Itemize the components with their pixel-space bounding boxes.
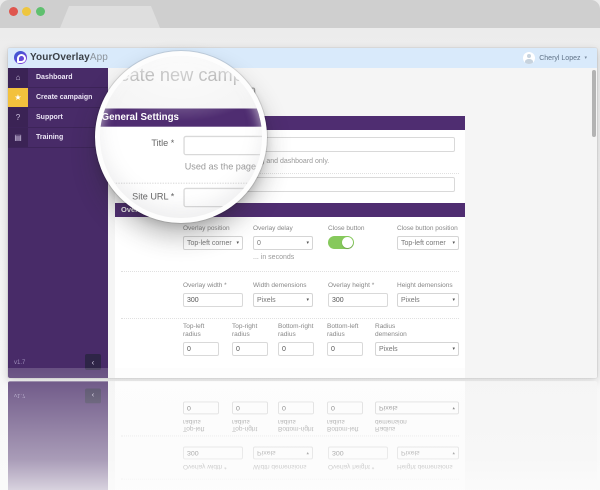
chevron-down-icon: ▾: [584, 55, 587, 61]
overlay-position-select[interactable]: Top-left corner▾: [183, 236, 243, 250]
app-logo-icon: [14, 51, 27, 64]
row-divider: [102, 183, 263, 184]
caret-down-icon: ▾: [452, 240, 455, 246]
site-url-label: Site URL *: [100, 193, 174, 202]
user-menu[interactable]: Cheryl Lopez ▾: [523, 52, 587, 64]
scrollbar-thumb[interactable]: [592, 70, 596, 137]
app-window: YourOverlayApp Cheryl Lopez ▾ ⌂ Dashboar…: [100, 56, 262, 218]
sidebar-item-support[interactable]: ? Support: [8, 108, 108, 128]
close-button-toggle[interactable]: [328, 236, 354, 249]
sidebar: ⌂ Dashboard ★ Create campaign ? Support …: [8, 68, 108, 378]
title-label: Title *: [100, 140, 174, 149]
user-avatar-icon: [523, 52, 535, 64]
overlay-row-radius: Top-left radius Top-right radius Bottom-…: [115, 323, 465, 373]
close-button-label: Close button: [328, 225, 390, 233]
field-overlay-width: Overlay width *: [183, 282, 243, 307]
caret-down-icon: ▾: [452, 297, 455, 303]
radius-dimension-select[interactable]: Pixels▾: [375, 342, 459, 356]
field-radius-bottom-left: Bottom-left radius: [327, 323, 365, 356]
main-content: Create new campaign General Settings Tit…: [100, 56, 262, 218]
reflection-fade: [8, 368, 597, 490]
section-header-general: General Settings: [100, 109, 262, 127]
sidebar-item-training[interactable]: ▤ Training: [8, 128, 108, 148]
logo-text-bold: YourOverlay: [30, 52, 90, 63]
star-icon: ★: [8, 88, 28, 107]
field-close-button: Close button: [328, 225, 390, 249]
close-button-position-select[interactable]: Top-left corner▾: [397, 236, 459, 250]
sidebar-item-dashboard[interactable]: ⌂ Dashboard: [8, 68, 108, 88]
height-dimensions-select[interactable]: Pixels▾: [397, 293, 459, 307]
close-button-position-label: Close button position: [397, 225, 459, 233]
radius-top-left-label: Top-left radius: [183, 323, 219, 339]
field-overlay-height: Overlay height *: [328, 282, 388, 307]
radius-bottom-right-label: Bottom-right radius: [278, 323, 318, 339]
field-height-dimensions: Height demensions Pixels▾: [397, 282, 459, 307]
page-title: Create new campaign: [100, 64, 262, 85]
field-radius-top-left: Top-left radius: [183, 323, 219, 356]
app-logo-text: YourOverlayApp: [30, 52, 108, 63]
overlay-delay-select[interactable]: 0▾: [253, 236, 313, 250]
field-radius-top-right: Top-right radius: [232, 323, 268, 356]
maximize-window-icon[interactable]: [36, 7, 45, 16]
chevron-left-icon: ‹: [92, 358, 95, 367]
user-name: Cheryl Lopez: [539, 55, 580, 62]
height-dimensions-label: Height demensions: [397, 282, 459, 290]
app-window: YourOverlayApp Cheryl Lopez ▾ ⌂ Dashboar…: [8, 48, 597, 378]
width-dimensions-select[interactable]: Pixels▾: [253, 293, 313, 307]
radius-top-left-input[interactable]: [183, 342, 219, 356]
row-divider: [121, 318, 459, 319]
browser-tab[interactable]: [60, 6, 160, 28]
book-icon: ▤: [8, 128, 28, 147]
field-radius-bottom-right: Bottom-right radius: [278, 323, 318, 356]
field-close-button-position: Close button position Top-left corner▾: [397, 225, 459, 250]
app-header: YourOverlayApp Cheryl Lopez ▾: [8, 48, 597, 68]
caret-down-icon: ▾: [306, 240, 309, 246]
question-icon: ?: [8, 108, 28, 127]
site-url-input: [183, 188, 262, 208]
window-reflection: YourOverlayApp Cheryl Lopez ▾ ⌂ Dashboar…: [8, 368, 597, 490]
overlay-width-label: Overlay width *: [183, 282, 243, 290]
app-version: v1.7: [14, 360, 25, 366]
overlay-row-position: Overlay position Top-left corner▾ Overla…: [115, 225, 465, 275]
overlay-height-label: Overlay height *: [328, 282, 388, 290]
overlay-width-input[interactable]: [183, 293, 243, 307]
overlay-height-input[interactable]: [328, 293, 388, 307]
radius-top-right-input[interactable]: [232, 342, 268, 356]
field-overlay-position: Overlay position Top-left corner▾: [183, 225, 243, 250]
radius-bottom-left-label: Bottom-left radius: [327, 323, 365, 339]
row-divider: [121, 271, 459, 272]
minimize-window-icon[interactable]: [22, 7, 31, 16]
radius-bottom-right-input[interactable]: [278, 342, 314, 356]
title-help-text: Used as the page title tag and dashboard…: [185, 163, 262, 172]
radius-dimension-label: Radius demension: [375, 323, 421, 339]
marketing-canvas: YourOverlayApp Cheryl Lopez ▾ ⌂ Dashboar…: [0, 0, 600, 490]
sidebar-item-label: Dashboard: [28, 68, 108, 87]
radius-bottom-left-input[interactable]: [327, 342, 363, 356]
overlay-delay-help: ... in seconds: [253, 254, 313, 261]
radius-top-right-label: Top-right radius: [232, 323, 268, 339]
field-radius-dimension: Radius demension Pixels▾: [375, 323, 459, 356]
campaign-form: General Settings Title * Used as the pag…: [100, 109, 262, 219]
close-window-icon[interactable]: [9, 7, 18, 16]
magnifier-lens: YourOverlayApp Cheryl Lopez ▾ ⌂ Dashboar…: [95, 51, 267, 223]
width-dimensions-label: Width demensions: [253, 282, 313, 290]
browser-titlebar: [0, 0, 600, 28]
caret-down-icon: ▾: [306, 297, 309, 303]
caret-down-icon: ▾: [236, 240, 239, 246]
title-input: [183, 136, 262, 156]
field-overlay-delay: Overlay delay 0▾ ... in seconds: [253, 225, 313, 261]
sidebar-item-label: Create campaign: [28, 88, 108, 107]
lens-content: YourOverlayApp Cheryl Lopez ▾ ⌂ Dashboar…: [100, 56, 262, 218]
sidebar-item-create-campaign[interactable]: ★ Create campaign: [8, 88, 108, 108]
field-width-dimensions: Width demensions Pixels▾: [253, 282, 313, 307]
overlay-position-label: Overlay position: [183, 225, 243, 233]
overlay-delay-label: Overlay delay: [253, 225, 313, 233]
app-logo: YourOverlayApp: [14, 51, 108, 64]
home-icon: ⌂: [8, 68, 28, 87]
caret-down-icon: ▾: [452, 346, 455, 352]
